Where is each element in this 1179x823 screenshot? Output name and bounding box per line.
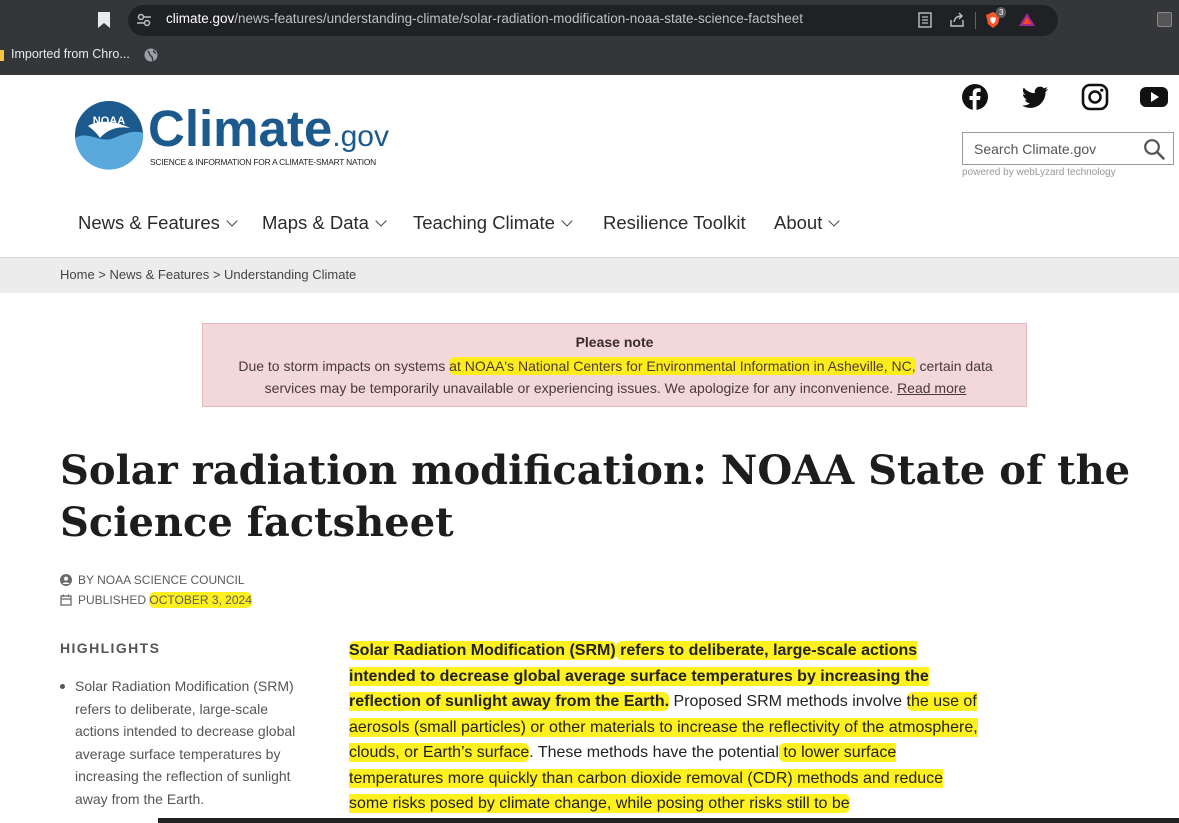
nav-teaching-climate[interactable]: Teaching Climate xyxy=(413,212,573,234)
browser-chrome: climate.gov/news-features/understanding-… xyxy=(0,0,1179,75)
url-path: /news-features/understanding-climate/sol… xyxy=(234,11,804,26)
chevron-down-icon xyxy=(226,215,238,227)
nav-label: News & Features xyxy=(78,212,220,233)
nav-resilience-toolkit[interactable]: Resilience Toolkit xyxy=(603,212,746,234)
youtube-icon[interactable] xyxy=(1140,83,1168,111)
site-logo[interactable]: NOAA Climate.gov SCIENCE & INFORMATION F… xyxy=(74,100,394,172)
breadcrumb-separator: > xyxy=(209,267,225,282)
bookmarks-bar: Imported from Chro... xyxy=(0,42,1179,68)
twitter-icon[interactable] xyxy=(1021,83,1049,111)
globe-icon[interactable] xyxy=(143,47,159,63)
url-text[interactable]: climate.gov/news-features/understanding-… xyxy=(166,11,803,26)
browser-toolbar: climate.gov/news-features/understanding-… xyxy=(0,0,1179,40)
published-label: PUBLISHED xyxy=(78,593,147,607)
calendar-icon xyxy=(60,594,72,606)
highlights-heading: HIGHLIGHTS xyxy=(60,640,161,656)
nav-news-features[interactable]: News & Features xyxy=(78,212,238,234)
brave-rewards-icon[interactable] xyxy=(1018,11,1036,29)
url-host: climate.gov xyxy=(166,11,235,26)
nav-about[interactable]: About xyxy=(774,212,841,234)
search-powered-by[interactable]: powered by webLyzard technology xyxy=(962,167,1116,178)
search-icon[interactable] xyxy=(1143,138,1165,160)
window-control-icon[interactable] xyxy=(1157,12,1172,27)
noaa-seal-icon: NOAA xyxy=(75,101,144,170)
logo-tagline: SCIENCE & INFORMATION FOR A CLIMATE-SMAR… xyxy=(150,157,377,167)
facebook-icon[interactable] xyxy=(961,83,989,111)
instagram-icon[interactable] xyxy=(1081,83,1109,111)
storm-notice: Please note Due to storm impacts on syst… xyxy=(202,323,1027,407)
breadcrumb-separator: > xyxy=(94,267,110,282)
nav-label: Resilience Toolkit xyxy=(603,212,746,233)
site-search xyxy=(962,132,1174,165)
logo-wordmark: Climate.gov xyxy=(148,101,389,165)
notice-highlighted-text: at NOAA's National Centers for Environme… xyxy=(449,357,916,375)
highlight-item: Solar Radiation Modification (SRM) refer… xyxy=(75,678,296,807)
noaa-seal-text: NOAA xyxy=(93,115,125,127)
bookmark-folder-icon xyxy=(0,50,4,61)
chevron-down-icon xyxy=(561,215,573,227)
bookmark-icon[interactable] xyxy=(97,11,111,29)
nav-maps-data[interactable]: Maps & Data xyxy=(262,212,387,234)
published-date: OCTOBER 3, 2024 xyxy=(149,592,252,608)
nav-label: About xyxy=(774,212,823,233)
breadcrumb-current[interactable]: Understanding Climate xyxy=(224,267,356,282)
notice-title: Please note xyxy=(575,334,654,350)
body-text: Proposed SRM methods involve xyxy=(669,693,907,710)
article-body: Solar Radiation Modification (SRM) refer… xyxy=(349,638,979,817)
toolbar-separator xyxy=(975,12,976,29)
notice-text: Due to storm impacts on systems xyxy=(238,358,450,374)
article-title: Solar radiation modification: NOAA State… xyxy=(60,447,1131,546)
reader-mode-icon[interactable] xyxy=(916,11,934,29)
body-text: . These methods have the potentia xyxy=(529,744,776,761)
breadcrumb-section[interactable]: News & Features xyxy=(110,267,210,282)
breadcrumb-trail: Home > News & Features > Understanding C… xyxy=(60,267,356,282)
site-info-icon[interactable] xyxy=(136,12,152,28)
user-icon xyxy=(60,574,72,586)
list-bullet xyxy=(60,684,65,689)
horizontal-scrollbar[interactable] xyxy=(158,818,1179,823)
chevron-down-icon xyxy=(375,215,387,227)
breadcrumb-home[interactable]: Home xyxy=(60,267,95,282)
article-author: BY NOAA SCIENCE COUNCIL xyxy=(60,573,245,587)
author-text[interactable]: BY NOAA SCIENCE COUNCIL xyxy=(78,573,245,587)
share-icon[interactable] xyxy=(948,11,966,29)
search-input[interactable] xyxy=(963,133,1138,164)
nav-label: Maps & Data xyxy=(262,212,369,233)
bookmark-folder-imported[interactable]: Imported from Chro... xyxy=(11,47,130,61)
read-more-link[interactable]: Read more xyxy=(897,380,966,396)
notice-body: Due to storm impacts on systems at NOAA'… xyxy=(223,355,1008,399)
logo-suffix: .gov xyxy=(332,120,389,153)
logo-word: Climate xyxy=(148,100,333,157)
chevron-down-icon xyxy=(828,215,841,227)
body-bold-highlight: Solar Radiation Modification (SRM) xyxy=(349,641,616,660)
breadcrumb: Home > News & Features > Understanding C… xyxy=(0,257,1179,293)
nav-label: Teaching Climate xyxy=(413,212,555,233)
article-published: PUBLISHED OCTOBER 3, 2024 xyxy=(60,592,252,608)
